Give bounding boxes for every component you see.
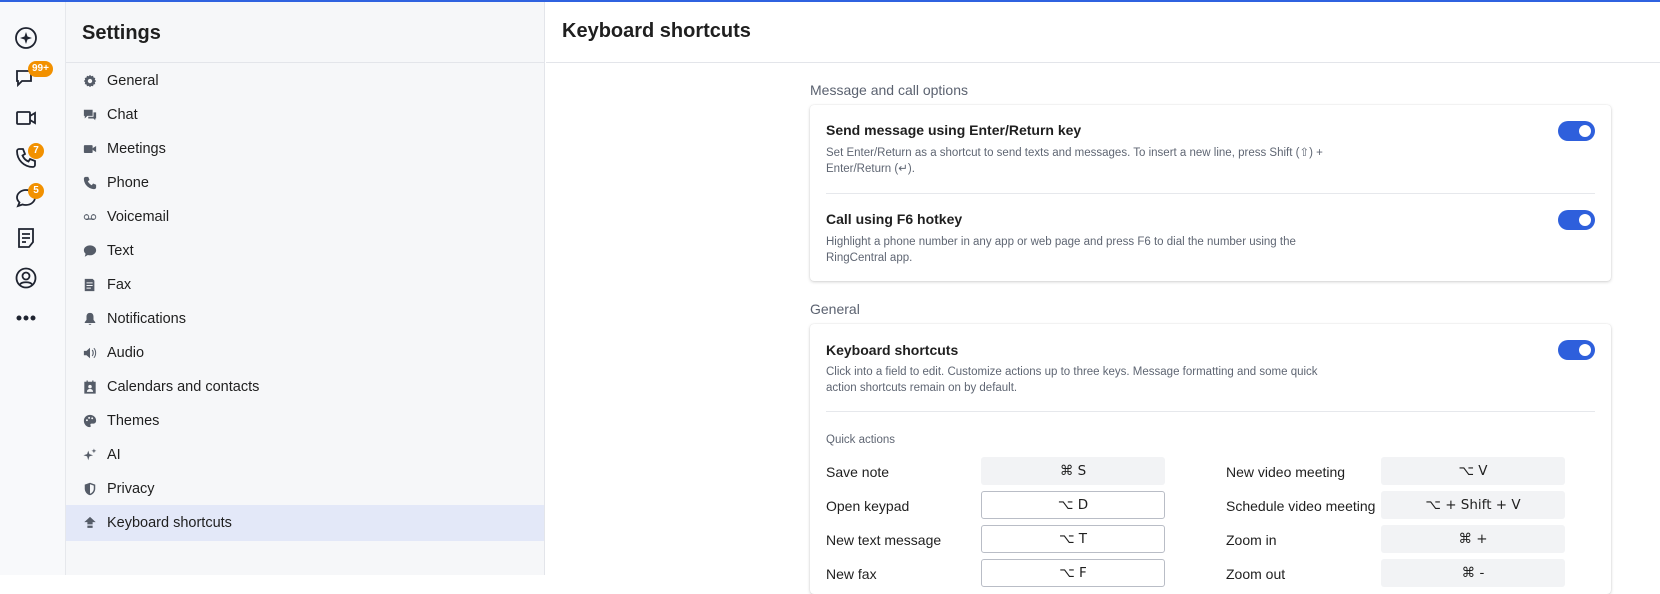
sidebar-item-label: Privacy (107, 481, 155, 497)
sidebar-item-chat[interactable]: Chat (66, 97, 544, 133)
shortcut-key-schedule-video-meeting: ⌥ + Shift + V (1381, 491, 1565, 519)
sidebar-item-fax[interactable]: Fax (66, 267, 544, 303)
sidebar-item-notifications[interactable]: Notifications (66, 301, 544, 337)
section-label-message-call: Message and call options (810, 82, 968, 98)
keyboard-shortcuts-toggle[interactable] (1558, 340, 1595, 360)
sidebar-item-label: Meetings (107, 141, 166, 157)
setting-title: Keyboard shortcuts (826, 342, 959, 358)
text-badge: 5 (28, 183, 44, 199)
shortcut-label: Save note (826, 464, 890, 480)
keyboard-icon (83, 516, 97, 530)
setting-title: Call using F6 hotkey (826, 211, 963, 227)
sidebar-item-themes[interactable]: Themes (66, 403, 544, 439)
sparkle-icon (83, 448, 97, 462)
sidebar-item-label: Themes (107, 413, 160, 429)
sidebar-item-label: Chat (107, 107, 138, 123)
sidebar-item-label: Phone (107, 175, 149, 191)
sidebar-item-label: Notifications (107, 311, 186, 327)
general-shortcuts-card: Keyboard shortcuts Click into a field to… (810, 324, 1611, 594)
setting-description: Highlight a phone number in any app or w… (826, 236, 1296, 264)
row-divider (826, 193, 1595, 194)
sidebar-item-label: Voicemail (107, 209, 170, 225)
sidebar-item-label: Keyboard shortcuts (107, 515, 232, 531)
settings-sidebar: Settings General Chat Meetings Phone Voi… (66, 2, 545, 575)
setting-description: Click into a field to edit. Customize ac… (826, 366, 1318, 394)
sidebar-item-label: Fax (107, 277, 132, 293)
bell-icon (83, 312, 97, 326)
fax-icon (83, 278, 97, 292)
chat-badge: 99+ (28, 61, 53, 77)
main-divider (546, 62, 1660, 63)
shortcut-label: Open keypad (826, 498, 910, 514)
sidebar-item-phone[interactable]: Phone (66, 165, 544, 201)
shortcut-key-save-note: ⌘ S (981, 457, 1165, 485)
sidebar-item-general[interactable]: General (66, 63, 544, 99)
sidebar-item-label: Audio (107, 345, 145, 361)
sidebar-item-voicemail[interactable]: Voicemail (66, 199, 544, 235)
gear-icon (83, 74, 97, 88)
speaker-icon (83, 346, 97, 360)
chat-icon (83, 108, 97, 122)
sidebar-item-meetings[interactable]: Meetings (66, 131, 544, 167)
video-icon[interactable] (11, 103, 41, 133)
sidebar-item-label: General (107, 73, 159, 89)
palette-icon (83, 414, 97, 428)
text-bubble-icon (83, 244, 97, 258)
sidebar-item-label: Text (107, 243, 134, 259)
sidebar-item-audio[interactable]: Audio (66, 335, 544, 371)
app-rail: 99+ 7 5 (0, 2, 66, 575)
sidebar-item-label: Calendars and contacts (107, 379, 260, 395)
phone-badge: 7 (28, 143, 44, 159)
sidebar-title: Settings (82, 22, 161, 44)
spark-icon[interactable] (11, 23, 41, 53)
sidebar-item-calendars-contacts[interactable]: Calendars and contacts (66, 369, 544, 405)
shortcut-key-new-fax[interactable]: ⌥ F (981, 559, 1165, 587)
message-call-options-card: Send message using Enter/Return key Set … (810, 105, 1611, 281)
shortcut-key-new-video-meeting: ⌥ V (1381, 457, 1565, 485)
sidebar-item-label: AI (107, 447, 121, 463)
shortcut-key-zoom-in: ⌘ + (1381, 525, 1565, 553)
shortcut-label: New fax (826, 566, 877, 582)
shield-icon (83, 482, 97, 496)
video-icon (83, 142, 97, 156)
more-icon[interactable] (11, 303, 41, 333)
quick-actions-heading: Quick actions (826, 434, 896, 446)
setting-description: Set Enter/Return as a shortcut to send t… (826, 147, 1323, 175)
voicemail-icon (83, 210, 97, 224)
section-label-general: General (810, 301, 860, 317)
sidebar-item-privacy[interactable]: Privacy (66, 471, 544, 507)
notes-icon[interactable] (11, 223, 41, 253)
calendar-contact-icon (83, 380, 97, 394)
shortcut-key-new-text-message[interactable]: ⌥ T (981, 525, 1165, 553)
setting-title: Send message using Enter/Return key (826, 122, 1082, 138)
shortcut-label: New video meeting (1226, 464, 1346, 480)
contacts-icon[interactable] (11, 263, 41, 293)
shortcut-label: Zoom in (1226, 532, 1277, 548)
shortcut-label: Zoom out (1226, 566, 1286, 582)
page-title: Keyboard shortcuts (562, 20, 751, 42)
f6-hotkey-toggle[interactable] (1558, 210, 1595, 230)
shortcut-label: New text message (826, 532, 942, 548)
sidebar-item-ai[interactable]: AI (66, 437, 544, 473)
sidebar-item-keyboard-shortcuts[interactable]: Keyboard shortcuts (66, 505, 544, 541)
sidebar-item-text[interactable]: Text (66, 233, 544, 269)
row-divider (826, 411, 1595, 412)
shortcut-key-open-keypad[interactable]: ⌥ D (981, 491, 1165, 519)
shortcut-key-zoom-out: ⌘ - (1381, 559, 1565, 587)
enter-send-toggle[interactable] (1558, 121, 1595, 141)
shortcut-label: Schedule video meeting (1226, 498, 1376, 514)
phone-icon (83, 176, 97, 190)
